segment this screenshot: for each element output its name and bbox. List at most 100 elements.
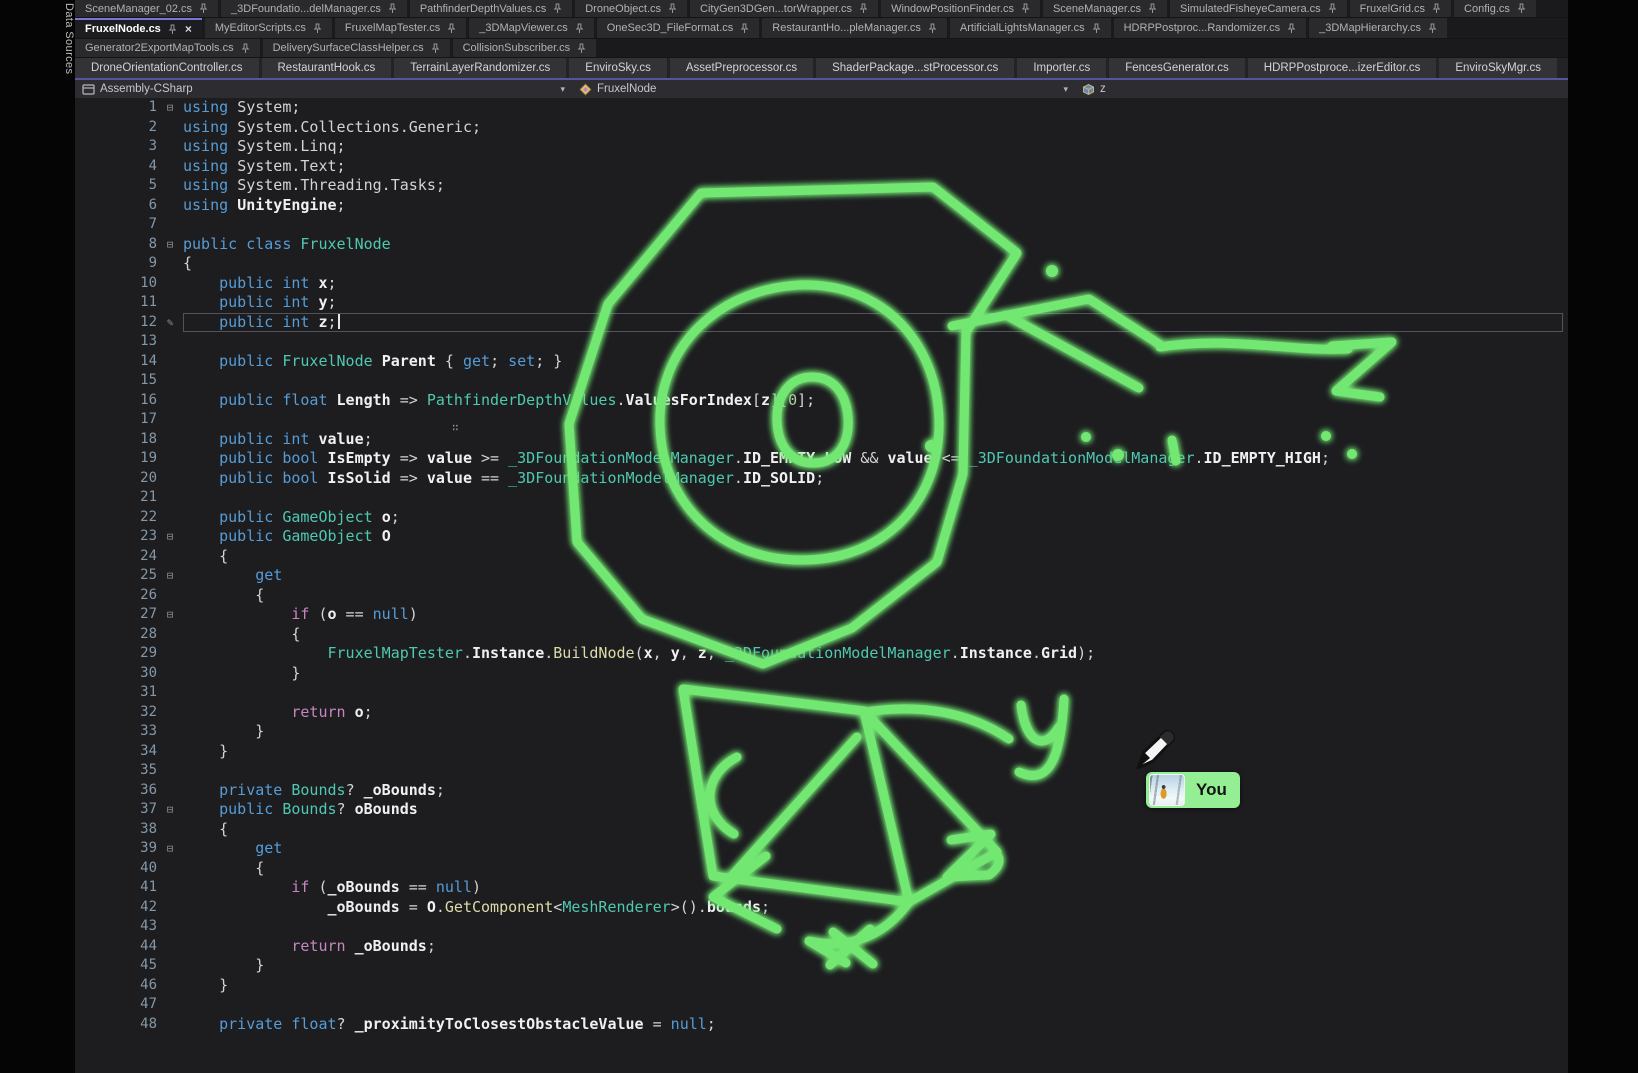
code-text[interactable]: } [183, 742, 228, 762]
code-text[interactable]: using System.Text; [183, 157, 346, 177]
tab-myeditorscripts-cs[interactable]: MyEditorScripts.cs [205, 18, 332, 38]
code-text[interactable]: public int x; [183, 274, 337, 294]
code-text[interactable]: FruxelMapTester.Instance.BuildNode(x, y,… [183, 644, 1095, 664]
close-icon[interactable]: × [185, 23, 192, 35]
fold-marker-icon[interactable]: ⊟ [157, 605, 183, 625]
tab-collisionsubscriber-cs[interactable]: CollisionSubscriber.cs [453, 39, 597, 57]
tab-scenemanager-cs[interactable]: SceneManager.cs [1043, 0, 1167, 17]
tab-fruxelnode-cs[interactable]: FruxelNode.cs× [75, 18, 202, 38]
code-text[interactable]: public int value; [183, 430, 373, 450]
pin-icon[interactable] [199, 3, 208, 14]
code-text[interactable]: { [183, 254, 192, 274]
pin-icon[interactable] [859, 3, 868, 14]
code-text[interactable]: private float? _proximityToClosestObstac… [183, 1015, 716, 1035]
tab-restaurantho-plemanager-cs[interactable]: RestaurantHo...pleManager.cs [762, 18, 947, 38]
pin-icon[interactable] [1148, 3, 1157, 14]
code-text[interactable]: public GameObject O [183, 527, 391, 547]
code-text[interactable]: if (o == null) [183, 605, 418, 625]
tab-enviroskymgr-cs[interactable]: EnviroSkyMgr.cs [1439, 58, 1557, 78]
breadcrumb-member-dropdown[interactable]: z [1075, 80, 1568, 98]
code-text[interactable]: _oBounds = O.GetComponent<MeshRenderer>(… [183, 898, 770, 918]
tab-scenemanager-02-cs[interactable]: SceneManager_02.cs [75, 0, 218, 17]
pin-icon[interactable] [241, 43, 250, 54]
code-text[interactable]: } [183, 722, 264, 742]
tab-assetpreprocessor-cs[interactable]: AssetPreprocessor.cs [670, 58, 813, 78]
fold-marker-icon[interactable]: ⊟ [157, 566, 183, 586]
tab-importer-cs[interactable]: Importer.cs [1017, 58, 1106, 78]
pin-icon[interactable] [1287, 23, 1296, 34]
pin-icon[interactable] [1432, 3, 1441, 14]
tab-onesec3d-fileformat-cs[interactable]: OneSec3D_FileFormat.cs [597, 18, 760, 38]
pin-icon[interactable] [1328, 3, 1337, 14]
tab-citygen3dgen-torwrapper-cs[interactable]: CityGen3DGen...torWrapper.cs [690, 0, 878, 17]
pin-icon[interactable] [388, 3, 397, 14]
code-text[interactable]: public int y; [183, 293, 337, 313]
code-text[interactable]: public class FruxelNode [183, 235, 391, 255]
fold-marker-icon[interactable]: ⊟ [157, 235, 183, 255]
fold-marker-icon[interactable]: ⊟ [157, 839, 183, 859]
code-text[interactable]: { [183, 859, 264, 879]
code-text[interactable]: { [183, 586, 264, 606]
code-text[interactable]: get [183, 566, 282, 586]
pin-icon[interactable] [431, 43, 440, 54]
tab--3dfoundatio-delmanager-cs[interactable]: _3DFoundatio...delManager.cs [221, 0, 407, 17]
tab-fruxelgrid-cs[interactable]: FruxelGrid.cs [1350, 0, 1451, 17]
code-text[interactable]: private Bounds? _oBounds; [183, 781, 445, 801]
pin-icon[interactable] [740, 23, 749, 34]
tab-envirosky-cs[interactable]: EnviroSky.cs [569, 58, 667, 78]
code-text[interactable]: public int z; [183, 313, 340, 333]
tab--3dmaphierarchy-cs[interactable]: _3DMapHierarchy.cs [1309, 18, 1447, 38]
code-text[interactable]: } [183, 976, 228, 996]
tab-hdrppostproc-randomizer-cs[interactable]: HDRPPostproc...Randomizer.cs [1114, 18, 1307, 38]
code-text[interactable]: public Bounds? oBounds [183, 800, 418, 820]
tab-deliverysurfaceclasshelper-cs[interactable]: DeliverySurfaceClassHelper.cs [263, 39, 450, 57]
fold-marker-icon[interactable]: ⊟ [157, 800, 183, 820]
tab-generator2exportmaptools-cs[interactable]: Generator2ExportMapTools.cs [75, 39, 260, 57]
code-text[interactable]: } [183, 956, 264, 976]
pin-icon[interactable] [313, 23, 322, 34]
code-text[interactable]: return o; [183, 703, 373, 723]
pin-icon[interactable] [928, 23, 937, 34]
breadcrumb-type-dropdown[interactable]: FruxelNode ▾ [572, 80, 1075, 98]
code-text[interactable]: public bool IsEmpty => value >= _3DFound… [183, 449, 1330, 469]
fold-marker-icon[interactable]: ⊟ [157, 98, 183, 118]
tab-artificiallightsmanager-cs[interactable]: ArtificialLightsManager.cs [950, 18, 1111, 38]
chevron-down-icon[interactable]: ▾ [560, 84, 565, 95]
code-text[interactable]: } [183, 664, 300, 684]
tab-config-cs[interactable]: Config.cs [1454, 0, 1536, 17]
pin-icon[interactable] [575, 23, 584, 34]
code-text[interactable]: using System.Collections.Generic; [183, 118, 481, 138]
breadcrumb-project-dropdown[interactable]: Assembly-CSharp ▾ [75, 80, 572, 98]
pin-icon[interactable] [577, 43, 586, 54]
pin-icon[interactable] [553, 3, 562, 14]
code-text[interactable]: public bool IsSolid => value == _3DFound… [183, 469, 824, 489]
code-text[interactable]: using System; [183, 98, 300, 118]
tab-restauranthook-cs[interactable]: RestaurantHook.cs [262, 58, 392, 78]
code-text[interactable]: return _oBounds; [183, 937, 436, 957]
code-text[interactable]: if (_oBounds == null) [183, 878, 481, 898]
pin-icon[interactable] [168, 24, 177, 35]
tab-fencesgenerator-cs[interactable]: FencesGenerator.cs [1109, 58, 1245, 78]
chevron-down-icon[interactable]: ▾ [1063, 84, 1068, 95]
pin-icon[interactable] [1428, 23, 1437, 34]
code-text[interactable]: using UnityEngine; [183, 196, 346, 216]
pin-icon[interactable] [1021, 3, 1030, 14]
code-editor[interactable]: 1⊟using System;2using System.Collections… [75, 98, 1568, 1073]
fold-marker-icon[interactable]: ⊟ [157, 527, 183, 547]
tab-droneobject-cs[interactable]: DroneObject.cs [575, 0, 687, 17]
tab-pathfinderdepthvalues-cs[interactable]: PathfinderDepthValues.cs [410, 0, 572, 17]
code-text[interactable]: { [183, 547, 228, 567]
code-text[interactable]: public float Length => PathfinderDepthVa… [183, 391, 815, 411]
tab-simulatedfisheyecamera-cs[interactable]: SimulatedFisheyeCamera.cs [1170, 0, 1347, 17]
pin-icon[interactable] [1092, 23, 1101, 34]
code-text[interactable]: get [183, 839, 282, 859]
tool-tab-data-sources[interactable]: Data Sources [58, 3, 75, 113]
pin-icon[interactable] [1517, 3, 1526, 14]
code-text[interactable]: { [183, 820, 228, 840]
tab-windowpositionfinder-cs[interactable]: WindowPositionFinder.cs [881, 0, 1040, 17]
pin-icon[interactable] [447, 23, 456, 34]
tab--3dmapviewer-cs[interactable]: _3DMapViewer.cs [469, 18, 593, 38]
tab-shaderpackage-stprocessor-cs[interactable]: ShaderPackage...stProcessor.cs [816, 58, 1014, 78]
tab-hdrppostproce-izereditor-cs[interactable]: HDRPPostproce...izerEditor.cs [1248, 58, 1437, 78]
tab-fruxelmaptester-cs[interactable]: FruxelMapTester.cs [335, 18, 466, 38]
